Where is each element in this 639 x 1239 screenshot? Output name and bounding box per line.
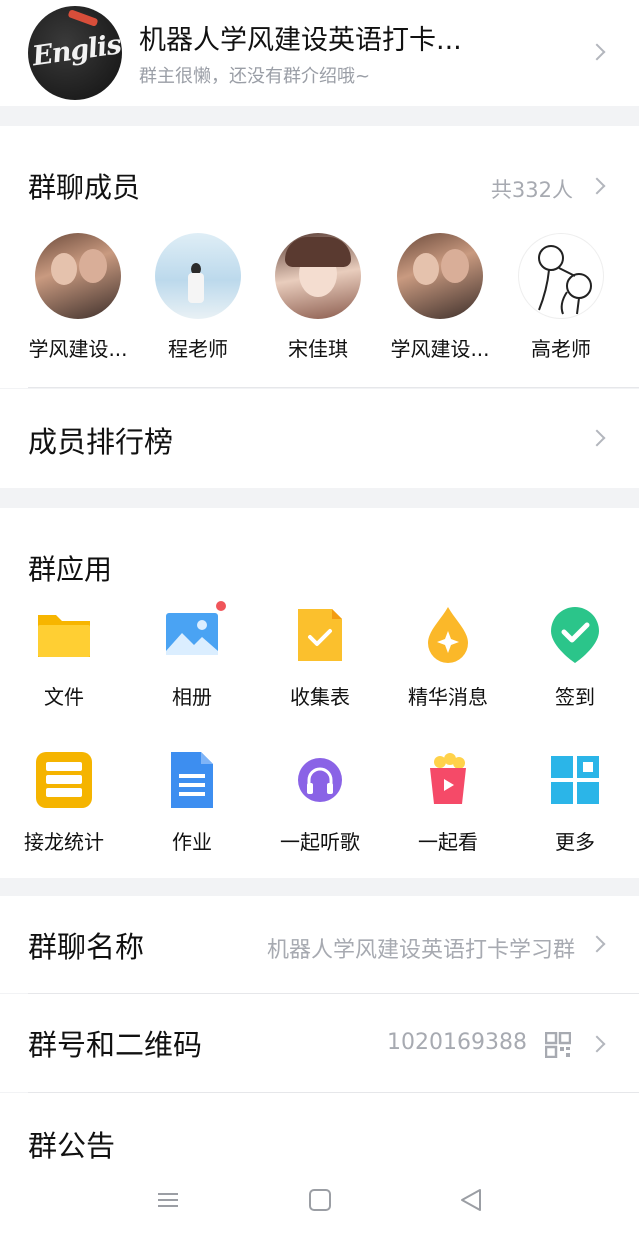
group-title: 机器人学风建设英语打卡...	[139, 25, 462, 56]
checkin-icon	[545, 605, 605, 665]
app-relay[interactable]: 接龙统计	[9, 750, 119, 855]
group-description: 群主很懒，还没有群介绍哦~	[139, 66, 371, 87]
back-icon[interactable]	[458, 1187, 484, 1213]
app-form[interactable]: 收集表	[265, 605, 375, 710]
menu-icon[interactable]	[155, 1187, 181, 1213]
ranking-title: 成员排行榜	[28, 425, 174, 459]
app-label: 签到	[555, 685, 595, 709]
avatar-logo-text: English	[30, 26, 122, 73]
group-name-row[interactable]: 群聊名称 机器人学风建设英语打卡学习群	[0, 896, 639, 994]
app-essence[interactable]: 精华消息	[393, 605, 503, 710]
qr-code-icon[interactable]	[544, 1031, 572, 1059]
app-label: 更多	[555, 830, 595, 854]
folder-icon	[34, 605, 94, 665]
essence-icon	[418, 605, 478, 665]
app-music[interactable]: 一起听歌	[265, 750, 375, 855]
members-section: 群聊成员 共332人 学风建设... 程老师 宋佳琪 学风建设... 高老师	[0, 126, 639, 388]
member-avatar	[35, 233, 121, 319]
app-checkin[interactable]: 签到	[520, 605, 630, 710]
app-label: 一起听歌	[280, 830, 360, 854]
chevron-right-icon[interactable]	[588, 177, 606, 195]
app-label: 文件	[44, 685, 84, 709]
member-avatar	[155, 233, 241, 319]
popcorn-icon	[418, 750, 478, 810]
group-avatar[interactable]: English	[28, 6, 122, 100]
homework-icon	[162, 750, 222, 810]
member-name: 宋佳琪	[288, 337, 348, 361]
group-number-row[interactable]: 群号和二维码 1020169388	[0, 994, 639, 1093]
group-notice-label: 群公告	[28, 1129, 116, 1163]
app-label: 相册	[172, 685, 212, 709]
divider	[28, 387, 639, 388]
avatar-mark	[67, 9, 99, 27]
chevron-right-icon	[588, 43, 606, 61]
app-files[interactable]: 文件	[9, 605, 119, 710]
member-item[interactable]: 程老师	[143, 233, 253, 362]
doodle-icon	[538, 245, 592, 315]
member-name: 学风建设...	[28, 337, 128, 361]
group-apps-section: 群应用 文件 相册 收集表 精华消息 签到 接龙统计 作业 一起听歌 一起看 更…	[0, 508, 639, 878]
member-avatar	[518, 233, 604, 319]
app-label: 接龙统计	[24, 830, 104, 854]
group-number-label: 群号和二维码	[28, 1028, 203, 1062]
system-nav-bar	[0, 1170, 639, 1230]
member-avatar	[275, 233, 361, 319]
app-label: 作业	[172, 830, 212, 854]
member-name: 程老师	[168, 337, 228, 361]
members-title: 群聊成员	[28, 171, 141, 204]
album-icon	[162, 599, 228, 665]
group-name-label: 群聊名称	[28, 930, 145, 964]
app-album[interactable]: 相册	[137, 599, 247, 710]
app-homework[interactable]: 作业	[137, 750, 247, 855]
members-count[interactable]: 共332人	[491, 174, 573, 204]
member-name: 学风建设...	[390, 337, 490, 361]
group-header[interactable]: English 机器人学风建设英语打卡... 群主很懒，还没有群介绍哦~	[0, 0, 639, 106]
grid-icon	[545, 750, 605, 810]
member-avatar	[397, 233, 483, 319]
app-label: 一起看	[418, 830, 478, 854]
form-icon	[290, 605, 350, 665]
app-more[interactable]: 更多	[520, 750, 630, 855]
member-item[interactable]: 宋佳琪	[263, 233, 373, 362]
app-label: 收集表	[290, 685, 350, 709]
group-name-value: 机器人学风建设英语打卡学习群	[266, 938, 575, 963]
member-name: 高老师	[531, 337, 591, 361]
chevron-right-icon	[588, 429, 606, 447]
member-item[interactable]: 高老师	[506, 233, 616, 362]
ranking-row[interactable]: 成员排行榜	[0, 389, 639, 488]
group-number-value: 1020169388	[387, 1030, 527, 1055]
app-watch[interactable]: 一起看	[393, 750, 503, 855]
home-icon[interactable]	[307, 1187, 333, 1213]
member-item[interactable]: 学风建设...	[23, 233, 133, 362]
apps-title: 群应用	[28, 553, 113, 586]
app-label: 精华消息	[408, 685, 488, 709]
chevron-right-icon	[588, 1035, 606, 1053]
member-item[interactable]: 学风建设...	[385, 233, 495, 362]
chevron-right-icon	[588, 935, 606, 953]
headphones-icon	[290, 750, 350, 810]
new-badge	[214, 599, 228, 613]
relay-icon	[34, 750, 94, 810]
